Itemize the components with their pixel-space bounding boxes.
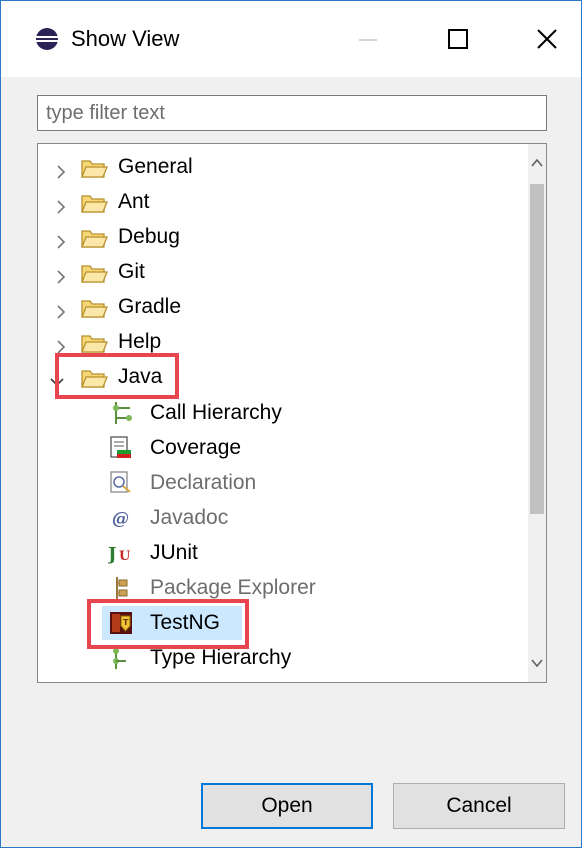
chevron-right-icon[interactable] <box>52 228 70 249</box>
view-item-junit[interactable]: J U JUnit <box>38 536 528 570</box>
cancel-button[interactable]: Cancel <box>393 783 565 829</box>
window-title: Show View <box>71 26 180 51</box>
tree-item-gradle[interactable]: Gradle <box>38 290 528 324</box>
show-view-dialog: Show View General <box>0 0 582 848</box>
view-item-label: Call Hierarchy <box>150 401 282 424</box>
tree-item-java[interactable]: Java <box>38 360 528 394</box>
view-item-label: Declaration <box>150 471 257 494</box>
folder-icon <box>80 226 108 248</box>
svg-text:U: U <box>119 549 131 564</box>
chevron-right-icon[interactable] <box>52 263 70 284</box>
view-item-javadoc[interactable]: @ Javadoc <box>38 501 528 535</box>
tree-item-help[interactable]: Help <box>38 325 528 359</box>
tree-item-label: Gradle <box>118 295 182 318</box>
tree-item-label: General <box>118 155 193 178</box>
junit-icon: J U <box>106 540 134 566</box>
tree-item-label: Java <box>118 365 163 388</box>
filter-input[interactable] <box>37 95 547 131</box>
chevron-right-icon[interactable] <box>52 333 70 354</box>
view-item-coverage[interactable]: Coverage <box>38 431 528 465</box>
close-button[interactable] <box>517 15 577 63</box>
view-item-call-hierarchy[interactable]: Call Hierarchy <box>38 396 528 430</box>
declaration-icon <box>108 470 134 496</box>
scroll-up-arrow-icon[interactable] <box>528 144 546 180</box>
view-item-testng[interactable]: T TestNG <box>102 606 242 640</box>
tree-item-git[interactable]: Git <box>38 255 528 289</box>
tree-scrollbar[interactable] <box>528 144 546 682</box>
folder-open-icon <box>80 366 108 388</box>
view-item-label: JUnit <box>150 541 198 564</box>
javadoc-icon: @ <box>108 505 134 531</box>
svg-text:J: J <box>108 544 117 565</box>
scroll-down-arrow-icon[interactable] <box>528 646 546 682</box>
tree-item-label: Help <box>118 330 162 353</box>
tree-item-general[interactable]: General <box>38 150 528 184</box>
maximize-button[interactable] <box>427 15 487 63</box>
open-button[interactable]: Open <box>201 783 373 829</box>
folder-icon <box>80 296 108 318</box>
call-hierarchy-icon <box>108 400 134 426</box>
view-item-label: Package Explorer <box>150 576 316 599</box>
view-item-package-explorer[interactable]: Package Explorer <box>38 571 528 605</box>
view-item-declaration[interactable]: Declaration <box>38 466 528 500</box>
tree-item-debug[interactable]: Debug <box>38 220 528 254</box>
tree-item-label: Debug <box>118 225 180 248</box>
folder-icon <box>80 156 108 178</box>
view-tree[interactable]: General Ant Debug Git Gradle Help Java C… <box>37 143 547 683</box>
view-item-type-hierarchy[interactable]: Type Hierarchy <box>38 641 528 675</box>
view-item-label: Coverage <box>150 436 242 459</box>
view-item-label: TestNG <box>150 611 221 634</box>
view-item-label: Type Hierarchy <box>150 646 292 669</box>
svg-text:T: T <box>123 618 129 627</box>
minimize-button[interactable] <box>337 15 397 63</box>
chevron-right-icon[interactable] <box>52 158 70 179</box>
folder-icon <box>80 331 108 353</box>
scrollbar-thumb[interactable] <box>530 184 544 514</box>
tree-item-label: Ant <box>118 190 150 213</box>
folder-icon <box>80 191 108 213</box>
coverage-icon <box>108 435 134 461</box>
view-item-label: Javadoc <box>150 506 229 529</box>
testng-icon: T <box>108 610 134 636</box>
folder-icon <box>80 261 108 283</box>
title-bar[interactable]: Show View <box>1 1 581 77</box>
package-explorer-icon <box>108 575 134 601</box>
tree-item-label: Git <box>118 260 145 283</box>
svg-text:@: @ <box>112 509 129 529</box>
chevron-right-icon[interactable] <box>52 193 70 214</box>
chevron-down-icon[interactable] <box>48 368 66 387</box>
tree-item-ant[interactable]: Ant <box>38 185 528 219</box>
chevron-right-icon[interactable] <box>52 298 70 319</box>
type-hierarchy-icon <box>108 645 134 671</box>
eclipse-logo-icon <box>35 27 59 51</box>
